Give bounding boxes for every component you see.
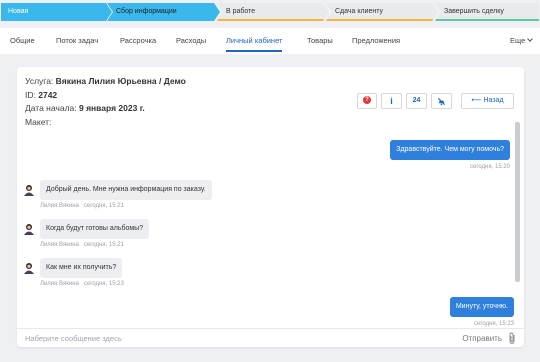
more-label: Еще xyxy=(510,36,526,45)
service-label: Услуга: xyxy=(25,76,54,86)
message-bubble-incoming: Как мне их получить? xyxy=(40,258,123,278)
back-arrow-icon: ⟵ xyxy=(471,97,482,104)
stage-close-deal[interactable]: Завершить сделку xyxy=(435,3,539,21)
message-bubble-outgoing: Здравствуйте. Чем могу помочь? xyxy=(390,140,510,160)
message-bubble-outgoing: Минуту, уточню. xyxy=(449,297,514,317)
panel-toolbar: ? i 24 ⟵ Назад xyxy=(344,93,514,109)
user-avatar-icon xyxy=(24,263,34,274)
id-value: 2742 xyxy=(38,89,58,100)
message-bubble-incoming: Когда будут готовы альбомы? xyxy=(40,219,150,239)
deal-info: Услуга: Вякина Лилия Юрьевна / Демо ID: … xyxy=(25,75,186,129)
tab-products[interactable]: Товары xyxy=(307,28,333,54)
stage-label: Новая xyxy=(8,8,29,15)
mute-notifications-icon xyxy=(437,97,446,106)
info-icon: i xyxy=(390,96,393,106)
tab-general[interactable]: Общие xyxy=(10,28,35,54)
start-date-row: Дата начала: 9 января 2023 г. xyxy=(25,102,186,116)
message-time: сегодня, 15:20 xyxy=(469,164,510,170)
message-author: Лилия Вякина xyxy=(40,242,79,248)
message-time: сегодня, 15:23 xyxy=(83,281,124,287)
info-button[interactable]: i xyxy=(381,93,402,109)
message-time: сегодня, 15:21 xyxy=(83,242,124,248)
message-time: сегодня, 15:23 xyxy=(473,321,514,327)
start-date-label: Дата начала: xyxy=(25,103,77,113)
message-composer: Отправить xyxy=(17,328,524,347)
stage-label: В работе xyxy=(226,8,256,15)
tab-offers[interactable]: Предложения xyxy=(352,28,400,54)
mute-button[interactable] xyxy=(431,93,452,109)
service-row: Услуга: Вякина Лилия Юрьевна / Демо xyxy=(25,75,186,89)
tab-more[interactable]: Еще xyxy=(510,28,534,54)
start-date-value: 9 января 2023 г. xyxy=(79,103,145,113)
tab-bar: Общие Поток задач Рассрочка Расходы Личн… xyxy=(0,28,540,54)
paperclip-icon[interactable] xyxy=(507,332,517,345)
personal-cabinet-panel: Услуга: Вякина Лилия Юрьевна / Демо ID: … xyxy=(17,67,524,347)
id-row: ID: 2742 xyxy=(25,89,186,103)
message-author: Лилия Вякина xyxy=(40,203,79,209)
hours-24-button[interactable]: 24 xyxy=(406,93,427,109)
stage-label: Сбор информации xyxy=(116,8,177,15)
tab-personal-cabinet[interactable]: Личный кабинет xyxy=(226,28,283,54)
message-meta: Лилия Вякина сегодня, 15:21 xyxy=(40,242,124,248)
tab-installment[interactable]: Рассрочка xyxy=(120,28,156,54)
tab-task-flow[interactable]: Поток задач xyxy=(56,28,98,54)
message-input[interactable] xyxy=(25,332,405,345)
alert-icon: ? xyxy=(363,96,371,105)
alert-button[interactable]: ? xyxy=(357,93,377,109)
chevron-down-icon xyxy=(527,36,534,42)
message-bubble-incoming: Добрый день. Мне нужна информация по зак… xyxy=(40,180,212,200)
stage-label: Сдача клиенту xyxy=(335,8,384,15)
stage-in-progress[interactable]: В работе xyxy=(217,3,329,21)
service-value: Вякина Лилия Юрьевна / Демо xyxy=(55,76,186,86)
id-label: ID: xyxy=(25,89,36,100)
stage-new[interactable]: Новая xyxy=(1,3,112,21)
stage-delivery[interactable]: Сдача клиенту xyxy=(326,3,438,21)
tab-expenses[interactable]: Расходы xyxy=(176,28,206,54)
back-label: Назад xyxy=(483,97,504,104)
chat-scrollbar[interactable] xyxy=(515,122,520,282)
message-meta: Лилия Вякина сегодня, 15:21 xyxy=(40,203,124,209)
user-avatar-icon xyxy=(24,224,34,235)
message-time: сегодня, 15:21 xyxy=(83,203,124,209)
stage-info-collection[interactable]: Сбор информации xyxy=(107,3,220,21)
user-avatar-icon xyxy=(24,185,34,196)
chat-thread[interactable]: Здравствуйте. Чем могу помочь? сегодня, … xyxy=(17,122,524,328)
message-meta: Лилия Вякина сегодня, 15:23 xyxy=(40,281,124,287)
pipeline-stages: Новая Сбор информации В работе Сдача кли… xyxy=(0,0,540,24)
message-author: Лилия Вякина xyxy=(40,281,79,287)
send-button[interactable]: Отправить xyxy=(462,332,502,345)
back-button[interactable]: ⟵ Назад xyxy=(461,93,514,109)
stage-label: Завершить сделку xyxy=(444,8,504,15)
